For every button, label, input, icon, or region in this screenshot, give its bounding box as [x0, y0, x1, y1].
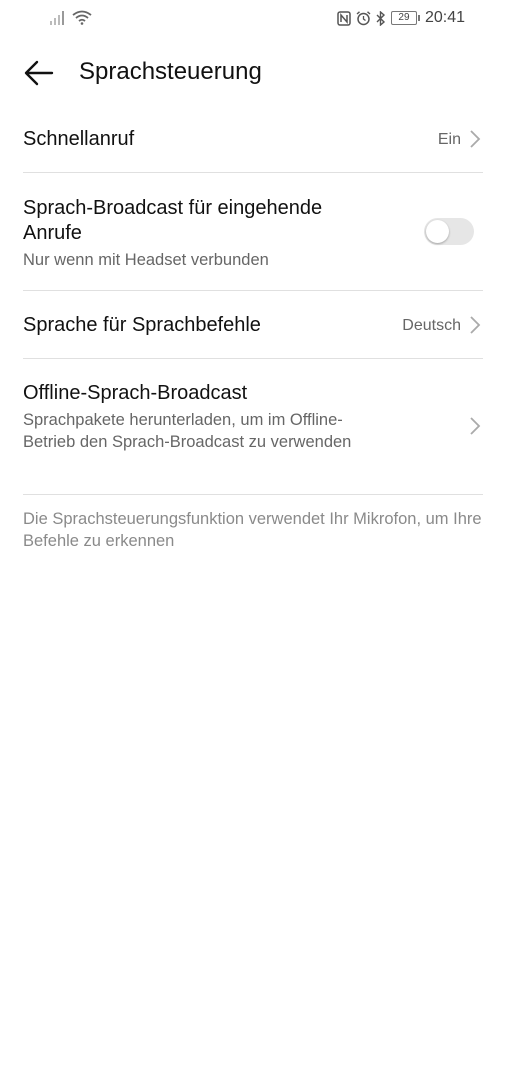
setting-subtitle: Nur wenn mit Headset verbunden: [23, 251, 269, 269]
chevron-right-icon: [470, 130, 481, 148]
settings-list: Schnellanruf Ein Sprach-Broadcast für ei…: [23, 106, 483, 495]
status-bar: 29 20:41: [0, 0, 505, 38]
arrow-left-icon: [24, 60, 54, 86]
setting-subtitle: Sprachpakete herunterladen, um im Offlin…: [23, 411, 352, 451]
screen: 29 20:41 Sprachsteuerung Schnellanruf Ei…: [0, 0, 505, 1080]
setting-quick-call[interactable]: Schnellanruf Ein: [23, 106, 483, 173]
wifi-icon: [72, 10, 92, 25]
status-time: 20:41: [424, 9, 465, 26]
bluetooth-icon: [376, 10, 385, 26]
setting-text: Sprach-Broadcast für eingehende Anrufe N…: [23, 196, 363, 271]
setting-broadcast-incoming: Sprach-Broadcast für eingehende Anrufe N…: [23, 173, 483, 291]
status-bar-right: 29 20:41: [337, 9, 465, 27]
setting-text: Offline-Sprach-Broadcast Sprachpakete he…: [23, 381, 368, 453]
app-header: Sprachsteuerung: [0, 50, 505, 96]
setting-title: Sprache für Sprachbefehle: [23, 314, 261, 336]
footnote-text: Die Sprachsteuerungsfunktion verwendet I…: [23, 510, 482, 550]
signal-icon: [50, 10, 64, 25]
page-title: Sprachsteuerung: [79, 58, 262, 85]
alarm-icon: [356, 10, 371, 25]
setting-title: Offline-Sprach-Broadcast: [23, 382, 248, 404]
setting-title: Sprach-Broadcast für eingehende Anrufe: [23, 197, 323, 244]
broadcast-toggle[interactable]: [424, 218, 474, 245]
battery-icon: 29: [390, 11, 420, 25]
nfc-icon: [337, 10, 351, 26]
toggle-knob: [426, 220, 449, 243]
setting-offline-broadcast[interactable]: Offline-Sprach-Broadcast Sprachpakete he…: [23, 359, 483, 495]
status-bar-left: [50, 10, 92, 25]
setting-value: Ein: [437, 131, 461, 148]
setting-title: Schnellanruf: [23, 128, 135, 150]
battery-level: 29: [398, 12, 410, 23]
chevron-right-icon: [470, 316, 481, 334]
back-button[interactable]: [22, 56, 56, 90]
setting-command-language[interactable]: Sprache für Sprachbefehle Deutsch: [23, 291, 483, 359]
setting-value: Deutsch: [402, 317, 461, 334]
chevron-right-icon: [470, 417, 481, 435]
